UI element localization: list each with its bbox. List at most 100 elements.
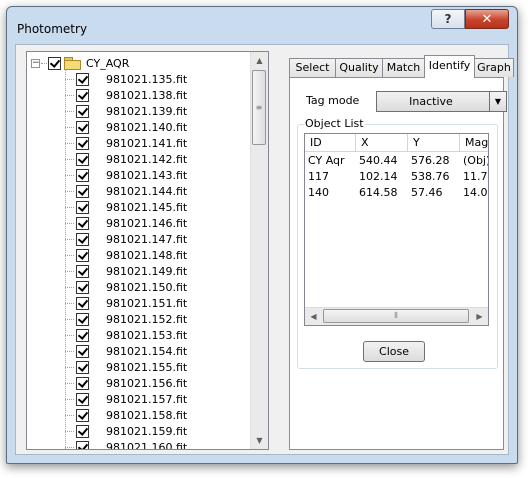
tree-file-item[interactable]: 981021.154.fit bbox=[65, 343, 187, 359]
cell-y: 538.76 bbox=[411, 170, 450, 183]
tree-connector bbox=[65, 366, 74, 368]
file-checkbox[interactable] bbox=[76, 328, 89, 342]
tree-file-item[interactable]: 981021.150.fit bbox=[65, 279, 187, 295]
tree-file-label: 981021.140.fit bbox=[106, 120, 188, 134]
tree-file-item[interactable]: 981021.144.fit bbox=[65, 183, 187, 199]
tree-file-item[interactable]: 981021.147.fit bbox=[65, 231, 187, 247]
root-checkbox[interactable] bbox=[48, 56, 61, 70]
tree-file-item[interactable]: 981021.138.fit bbox=[65, 87, 187, 103]
tree-file-item[interactable]: 981021.157.fit bbox=[65, 391, 187, 407]
object-list-row[interactable]: 117 102.14 538.76 11.7 bbox=[305, 169, 488, 185]
tree-connector bbox=[65, 414, 74, 416]
scroll-right-arrow-icon[interactable]: ▶ bbox=[471, 308, 488, 325]
file-checkbox[interactable] bbox=[76, 248, 89, 262]
tree-file-item[interactable]: 981021.152.fit bbox=[65, 311, 187, 327]
tree-file-item[interactable]: 981021.142.fit bbox=[65, 151, 187, 167]
tree-file-item[interactable]: 981021.148.fit bbox=[65, 247, 187, 263]
file-checkbox[interactable] bbox=[76, 312, 89, 326]
file-tree[interactable]: − CY_AQR 981021.135.fit 981021.138.fit 981… bbox=[26, 51, 269, 450]
file-checkbox[interactable] bbox=[76, 424, 89, 438]
tree-file-item[interactable]: 981021.159.fit bbox=[65, 423, 187, 439]
tree-file-item[interactable]: 981021.160.fit bbox=[65, 439, 187, 449]
tab-select[interactable]: Select bbox=[289, 58, 336, 77]
tab-identify[interactable]: Identify bbox=[424, 55, 475, 78]
tree-file-label: 981021.151.fit bbox=[106, 296, 188, 310]
file-checkbox[interactable] bbox=[76, 280, 89, 294]
tree-file-label: 981021.159.fit bbox=[106, 424, 188, 438]
file-checkbox[interactable] bbox=[76, 408, 89, 422]
tree-connector bbox=[65, 286, 74, 288]
tree-file-label: 981021.154.fit bbox=[106, 344, 188, 358]
tree-file-item[interactable]: 981021.155.fit bbox=[65, 359, 187, 375]
scroll-up-arrow-icon[interactable]: ▲ bbox=[251, 52, 268, 69]
tree-file-item[interactable]: 981021.158.fit bbox=[65, 407, 187, 423]
tree-file-item[interactable]: 981021.143.fit bbox=[65, 167, 187, 183]
tree-file-label: 981021.150.fit bbox=[106, 280, 188, 294]
chevron-down-icon[interactable]: ▼ bbox=[489, 91, 507, 112]
tree-file-item[interactable]: 981021.139.fit bbox=[65, 103, 187, 119]
column-header-id[interactable]: ID bbox=[305, 134, 356, 152]
tree-root-node[interactable]: − CY_AQR bbox=[31, 55, 129, 71]
help-icon: ? bbox=[444, 12, 452, 26]
file-checkbox[interactable] bbox=[76, 152, 89, 166]
tree-file-label: 981021.148.fit bbox=[106, 248, 188, 262]
tree-connector bbox=[65, 254, 74, 256]
column-header-y[interactable]: Y bbox=[408, 134, 460, 152]
tree-file-item[interactable]: 981021.135.fit bbox=[65, 71, 187, 87]
tree-file-item[interactable]: 981021.140.fit bbox=[65, 119, 187, 135]
file-checkbox[interactable] bbox=[76, 440, 89, 449]
help-button[interactable]: ? bbox=[431, 9, 465, 29]
tree-file-item[interactable]: 981021.146.fit bbox=[65, 215, 187, 231]
object-list[interactable]: ID X Y Mag CY Aqr 540.44 576.28 (Obj) 117 102… bbox=[304, 133, 489, 326]
file-checkbox[interactable] bbox=[76, 72, 89, 86]
window-close-button[interactable]: ✕ bbox=[465, 9, 509, 29]
file-checkbox[interactable] bbox=[76, 296, 89, 310]
file-checkbox[interactable] bbox=[76, 392, 89, 406]
file-checkbox[interactable] bbox=[76, 344, 89, 358]
tree-connector bbox=[65, 78, 74, 80]
close-icon: ✕ bbox=[481, 11, 493, 27]
file-checkbox[interactable] bbox=[76, 184, 89, 198]
object-list-horizontal-scrollbar[interactable]: ◀ ⦀ ▶ bbox=[305, 307, 488, 325]
file-checkbox[interactable] bbox=[76, 232, 89, 246]
tree-file-label: 981021.146.fit bbox=[106, 216, 188, 230]
tab-graph[interactable]: Graph bbox=[474, 58, 514, 77]
column-header-mag[interactable]: Mag bbox=[460, 134, 488, 152]
cell-y: 576.28 bbox=[411, 154, 450, 167]
tree-vertical-scrollbar[interactable]: ▲ ≡ ▼ bbox=[250, 52, 268, 449]
cell-id: 117 bbox=[308, 170, 329, 183]
scroll-thumb[interactable]: ≡ bbox=[252, 70, 266, 145]
tree-connector bbox=[65, 398, 74, 400]
tree-connector bbox=[65, 270, 74, 272]
file-checkbox[interactable] bbox=[76, 264, 89, 278]
collapse-icon[interactable]: − bbox=[31, 58, 40, 68]
tab-match[interactable]: Match bbox=[382, 58, 425, 77]
close-button[interactable]: Close bbox=[363, 341, 425, 362]
tree-file-item[interactable]: 981021.151.fit bbox=[65, 295, 187, 311]
object-list-row[interactable]: CY Aqr 540.44 576.28 (Obj) bbox=[305, 153, 488, 169]
tag-mode-dropdown[interactable]: Inactive ▼ bbox=[376, 91, 507, 112]
tree-connector bbox=[65, 158, 74, 160]
object-list-row[interactable]: 140 614.58 57.46 14.0 bbox=[305, 185, 488, 201]
tree-file-item[interactable]: 981021.141.fit bbox=[65, 135, 187, 151]
window-title: Photometry bbox=[17, 22, 88, 36]
horizontal-scroll-thumb[interactable]: ⦀ bbox=[323, 309, 469, 323]
column-header-x[interactable]: X bbox=[356, 134, 408, 152]
file-checkbox[interactable] bbox=[76, 376, 89, 390]
file-checkbox[interactable] bbox=[76, 168, 89, 182]
tree-file-item[interactable]: 981021.153.fit bbox=[65, 327, 187, 343]
tree-file-label: 981021.147.fit bbox=[106, 232, 188, 246]
file-checkbox[interactable] bbox=[76, 88, 89, 102]
scroll-down-arrow-icon[interactable]: ▼ bbox=[251, 432, 268, 449]
file-checkbox[interactable] bbox=[76, 136, 89, 150]
file-checkbox[interactable] bbox=[76, 104, 89, 118]
file-checkbox[interactable] bbox=[76, 120, 89, 134]
file-checkbox[interactable] bbox=[76, 216, 89, 230]
tree-file-item[interactable]: 981021.145.fit bbox=[65, 199, 187, 215]
file-checkbox[interactable] bbox=[76, 200, 89, 214]
tab-quality[interactable]: Quality bbox=[335, 58, 383, 77]
tree-file-item[interactable]: 981021.156.fit bbox=[65, 375, 187, 391]
file-checkbox[interactable] bbox=[76, 360, 89, 374]
tree-file-item[interactable]: 981021.149.fit bbox=[65, 263, 187, 279]
scroll-left-arrow-icon[interactable]: ◀ bbox=[305, 308, 322, 325]
